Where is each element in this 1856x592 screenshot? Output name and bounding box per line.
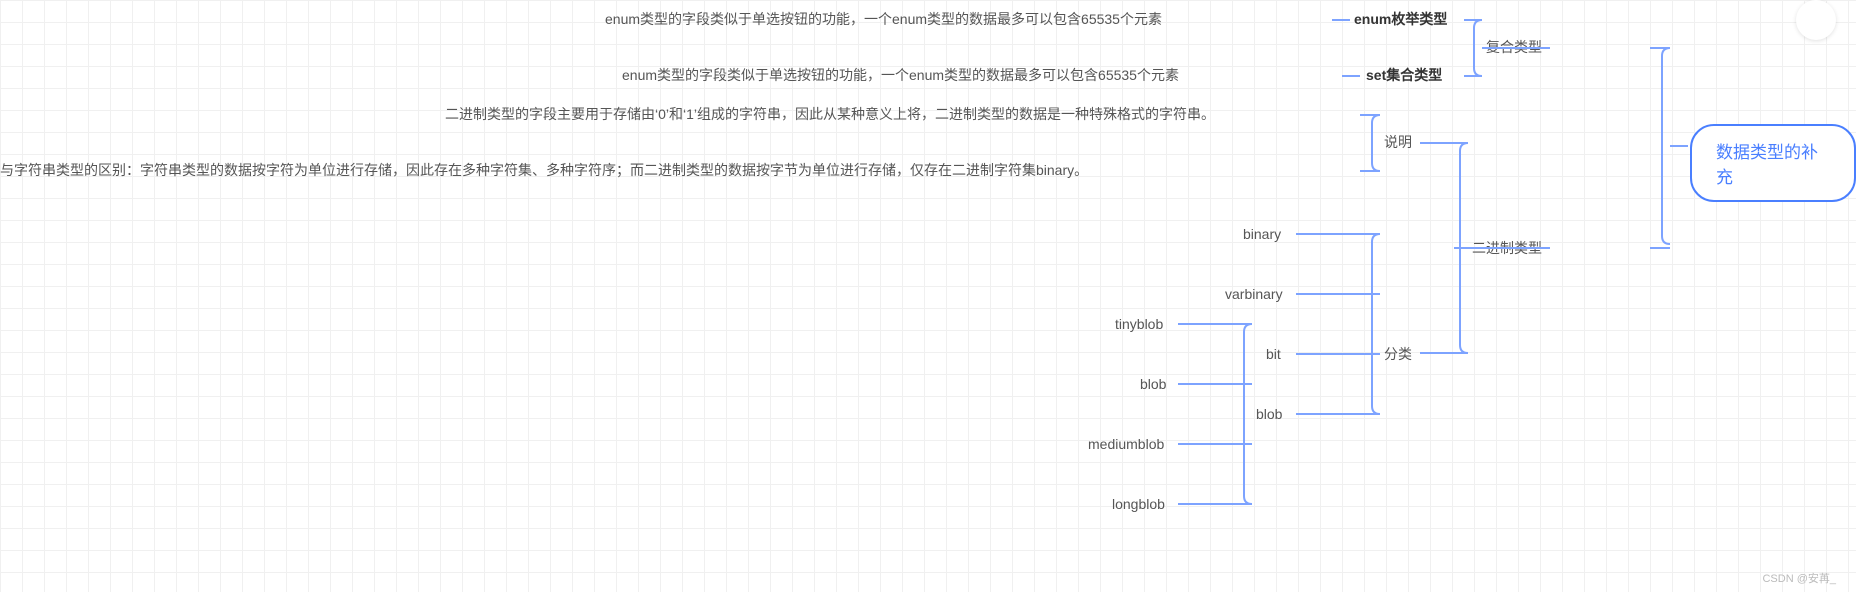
node-enum[interactable]: enum枚举类型 [1354, 10, 1447, 30]
node-explain-desc2: 与字符串类型的区别：字符串类型的数据按字符为单位进行存储，因此存在多种字符集、多… [0, 161, 1088, 181]
node-mediumblob[interactable]: mediumblob [1088, 435, 1164, 455]
watermark: CSDN @安苒_ [1762, 570, 1836, 586]
node-varbinary[interactable]: varbinary [1225, 285, 1283, 305]
connectors [0, 0, 1856, 592]
node-blob2[interactable]: blob [1140, 375, 1166, 395]
node-classify[interactable]: 分类 [1384, 345, 1412, 365]
node-bit[interactable]: bit [1266, 345, 1281, 365]
node-set[interactable]: set集合类型 [1366, 66, 1442, 86]
node-explain[interactable]: 说明 [1384, 133, 1412, 153]
node-binary[interactable]: binary [1243, 225, 1281, 245]
node-composite[interactable]: 复合类型 [1486, 38, 1542, 58]
node-tinyblob[interactable]: tinyblob [1115, 315, 1163, 335]
root-node[interactable]: 数据类型的补充 [1690, 124, 1856, 202]
node-binary-type[interactable]: 二进制类型 [1472, 239, 1542, 259]
node-longblob[interactable]: longblob [1112, 495, 1165, 515]
node-blob[interactable]: blob [1256, 405, 1282, 425]
floating-action-button[interactable] [1796, 0, 1836, 40]
node-set-desc: enum类型的字段类似于单选按钮的功能，一个enum类型的数据最多可以包含655… [622, 66, 1179, 86]
node-explain-desc1: 二进制类型的字段主要用于存储由‘0’和‘1’组成的字符串，因此从某种意义上将，二… [445, 105, 1215, 125]
node-enum-desc: enum类型的字段类似于单选按钮的功能，一个enum类型的数据最多可以包含655… [605, 10, 1162, 30]
